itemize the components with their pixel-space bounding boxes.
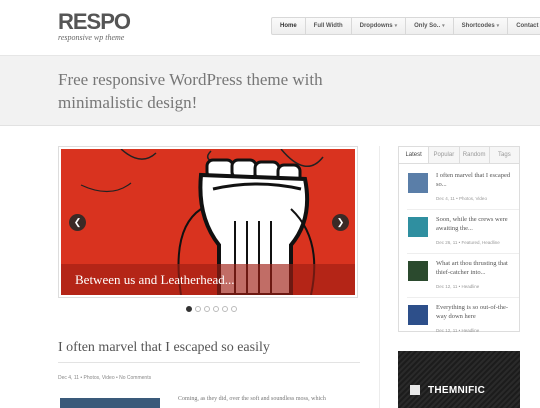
nav-item-full-width[interactable]: Full Width <box>306 18 352 34</box>
site-header: RESPO responsive wp theme Home Full Widt… <box>0 0 540 56</box>
tagline-band: Free responsive WordPress theme with min… <box>0 56 540 126</box>
list-item[interactable]: Everything is so out-of-the-way down her… <box>407 301 519 342</box>
tab-random[interactable]: Random <box>459 147 490 163</box>
main-nav: Home Full Width Dropdowns ▾ Only So.. ▾ Sh… <box>271 17 540 35</box>
nav-item-label: Shortcodes <box>461 23 495 29</box>
logo-subtitle: responsive wp theme <box>58 33 125 42</box>
slider-dot[interactable] <box>186 306 192 312</box>
list-item-meta: Dec 26, 11 • Featured, Headline <box>436 240 500 245</box>
chevron-left-icon: ❮ <box>73 217 82 227</box>
list-item[interactable]: I often marvel that I escaped so... Dec … <box>407 169 519 210</box>
site-tagline: Free responsive WordPress theme with min… <box>58 70 323 112</box>
nav-item-label: Contact <box>516 23 539 29</box>
list-item-meta: Dec 12, 11 • Headline <box>436 284 480 289</box>
tabbed-widget: Latest Popular Random Tags I often marve… <box>398 146 520 333</box>
sidebar-ad-banner[interactable]: THEMNIFIC <box>398 351 520 408</box>
nav-item-label: Full Width <box>313 23 343 29</box>
chevron-right-icon: ❯ <box>336 217 345 227</box>
slider-dot[interactable] <box>204 306 210 312</box>
list-item-title[interactable]: Soon, while the crews were awaiting the.… <box>436 215 518 233</box>
post-thumbnail[interactable] <box>408 305 428 325</box>
post-thumbnail[interactable] <box>408 173 428 193</box>
list-item-title[interactable]: What art thou thrusting that thief-catch… <box>436 259 518 277</box>
list-item[interactable]: What art thou thrusting that thief-catch… <box>407 257 519 298</box>
latest-posts-list: I often marvel that I escaped so... Dec … <box>407 169 519 345</box>
nav-item-shortcodes[interactable]: Shortcodes ▾ <box>454 18 509 34</box>
widget-tabs: Latest Popular Random Tags <box>399 147 519 164</box>
chevron-down-icon: ▾ <box>394 23 398 29</box>
slider-dot[interactable] <box>222 306 228 312</box>
post-excerpt: Coming, as they did, over the soft and s… <box>178 396 326 402</box>
post-thumbnail[interactable] <box>408 261 428 281</box>
logo-title: RESPO <box>58 9 131 34</box>
slider-dot[interactable] <box>195 306 201 312</box>
post-title[interactable]: I often marvel that I escaped so easily <box>58 340 270 356</box>
site-logo[interactable]: RESPO responsive wp theme <box>58 9 131 43</box>
chevron-down-icon: ▾ <box>496 23 500 29</box>
post-thumbnail[interactable] <box>60 398 160 408</box>
post-meta: Dec 4, 11 • Photos, Video • No Comments <box>58 375 152 381</box>
tab-latest[interactable]: Latest <box>399 147 430 163</box>
chevron-down-icon: ▾ <box>442 23 445 29</box>
list-item[interactable]: Soon, while the crews were awaiting the.… <box>407 213 519 254</box>
tab-popular[interactable]: Popular <box>429 147 460 163</box>
slider-prev-button[interactable]: ❮ <box>69 214 86 231</box>
nav-item-dropdowns[interactable]: Dropdowns ▾ <box>352 18 407 34</box>
list-item-title[interactable]: Everything is so out-of-the-way down her… <box>436 303 518 321</box>
post-thumbnail[interactable] <box>408 217 428 237</box>
slider-dot[interactable] <box>213 306 219 312</box>
tab-tags[interactable]: Tags <box>489 147 519 163</box>
slide-caption-bar: Between us and Leatherhead... <box>61 264 355 295</box>
themnific-logo-icon <box>410 385 420 395</box>
list-item-title[interactable]: I often marvel that I escaped so... <box>436 171 518 189</box>
slider-pagination <box>186 306 237 312</box>
nav-item-contact[interactable]: Contact <box>508 18 540 34</box>
nav-item-label: Only So.. <box>414 23 441 29</box>
nav-item-only-so[interactable]: Only So.. ▾ <box>406 18 454 34</box>
slide-caption[interactable]: Between us and Leatherhead... <box>75 272 235 288</box>
divider <box>58 362 360 363</box>
list-item-meta: Dec 12, 11 • Headline <box>436 328 480 333</box>
list-item-meta: Dec 4, 11 • Photos, Video <box>436 196 487 201</box>
slide-image[interactable]: ❮ ❯ Between us and Leatherhead... <box>61 149 355 295</box>
column-divider <box>379 146 380 408</box>
nav-item-label: Home <box>280 23 297 29</box>
slider-next-button[interactable]: ❯ <box>332 214 349 231</box>
nav-item-label: Dropdowns <box>359 23 393 29</box>
featured-slider[interactable]: ❮ ❯ Between us and Leatherhead... <box>58 146 358 298</box>
slider-dot[interactable] <box>231 306 237 312</box>
nav-item-home[interactable]: Home <box>272 18 306 34</box>
ad-text: THEMNIFIC <box>428 385 486 396</box>
